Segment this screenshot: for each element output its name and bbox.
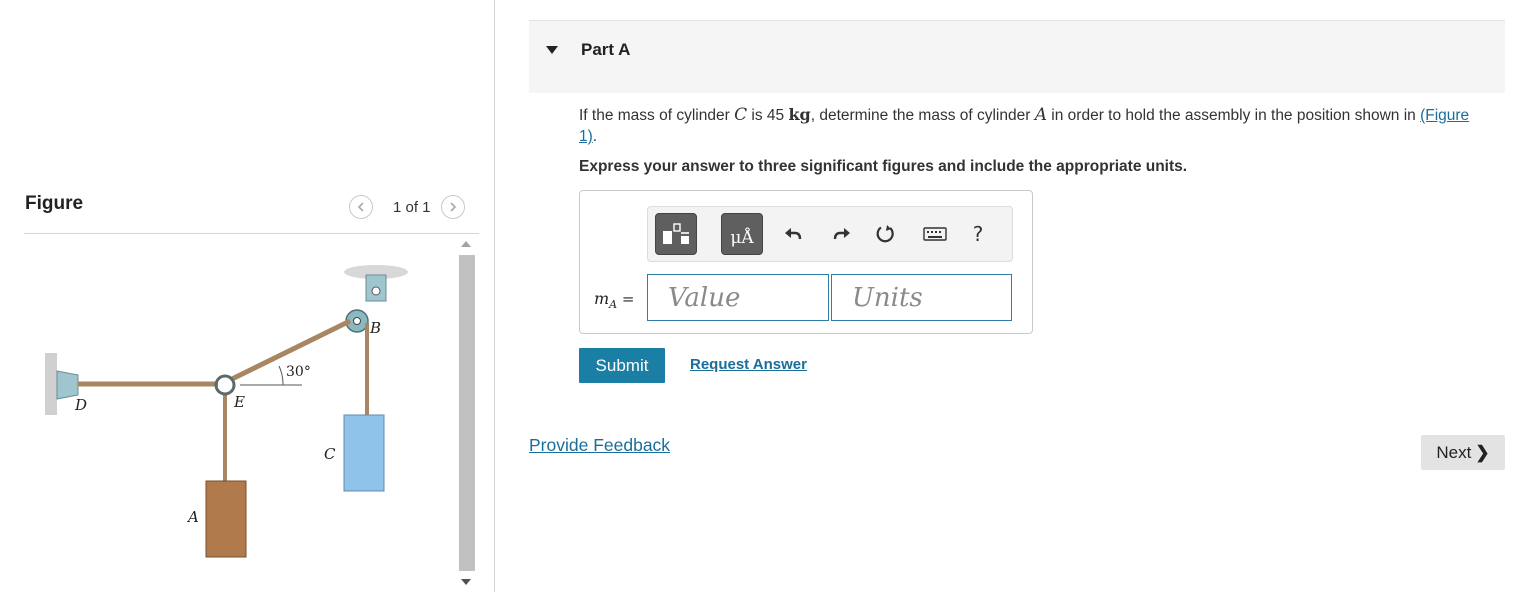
next-button-label: Next <box>1436 442 1472 462</box>
pane-divider <box>494 0 495 592</box>
label-c: C <box>324 445 336 463</box>
reset-icon[interactable] <box>872 221 898 247</box>
value-input[interactable] <box>647 274 829 321</box>
submit-button[interactable]: Submit <box>579 348 665 383</box>
label-d: D <box>74 396 87 414</box>
units-button-label: μÅ <box>730 228 754 248</box>
question-text: If the mass of cylinder C is 45 kg, dete… <box>579 104 1479 147</box>
figure-pager: 1 of 1 <box>349 195 465 219</box>
question-end: . <box>592 128 598 145</box>
label-b: B <box>369 319 381 337</box>
part-a-header[interactable]: Part A <box>529 20 1505 93</box>
redo-icon[interactable] <box>829 221 855 247</box>
cylinder-c <box>343 414 385 492</box>
help-icon: ? <box>972 222 984 246</box>
help-button[interactable]: ? <box>965 221 991 247</box>
question-mid1: is 45 <box>747 107 789 124</box>
answer-label-eq: = <box>617 290 635 308</box>
figure-pane: Figure 1 of 1 30° B C D E A <box>0 0 494 592</box>
figure-divider <box>24 233 479 234</box>
instructions: Express your answer to three significant… <box>579 158 1188 175</box>
wall-d <box>45 353 57 415</box>
provide-feedback-link[interactable]: Provide Feedback <box>529 435 670 456</box>
next-button[interactable]: Next ❯ <box>1421 435 1505 470</box>
part-title: Part A <box>581 40 631 59</box>
pulley-b-hub <box>353 317 361 325</box>
answer-box: μÅ ? mA = <box>579 190 1033 334</box>
undo-icon[interactable] <box>780 221 806 247</box>
label-a: A <box>186 508 199 526</box>
request-answer-link[interactable]: Request Answer <box>690 356 807 373</box>
answer-label-var: m <box>594 289 610 308</box>
wall-bracket <box>56 370 79 400</box>
question-var-a: A <box>1034 105 1047 125</box>
scroll-down-icon[interactable] <box>461 579 471 585</box>
scroll-up-icon[interactable] <box>461 241 471 247</box>
mechanics-figure: 30° B C D E A <box>45 265 408 558</box>
angle-arc <box>278 365 284 386</box>
chevron-right-icon: ❯ <box>1475 442 1490 462</box>
answer-label-sub: A <box>609 298 618 311</box>
scrollbar-thumb[interactable] <box>459 255 475 571</box>
cylinder-a <box>205 480 247 558</box>
question-var-c: C <box>734 105 748 125</box>
next-figure-button[interactable] <box>440 195 465 219</box>
question-prefix: If the mass of cylinder <box>579 107 735 124</box>
units-input[interactable] <box>831 274 1012 321</box>
figure-title: Figure <box>25 193 84 214</box>
bracket-pin <box>371 286 381 296</box>
chevron-right-icon <box>449 202 456 212</box>
figure-counter: 1 of 1 <box>393 198 431 216</box>
figure-scrollbar[interactable] <box>457 237 477 592</box>
templates-icon <box>663 223 689 244</box>
chevron-left-icon <box>357 202 364 212</box>
label-e: E <box>233 393 245 411</box>
collapse-caret-icon[interactable] <box>546 46 558 54</box>
templates-button[interactable] <box>655 213 697 255</box>
math-toolbar: μÅ ? <box>647 206 1013 262</box>
answer-label: mA = <box>594 289 634 311</box>
previous-figure-button[interactable] <box>349 195 373 219</box>
question-unit: kg <box>788 105 811 124</box>
label-angle: 30° <box>286 364 311 380</box>
units-button[interactable]: μÅ <box>721 213 763 255</box>
question-mid2: , determine the mass of cylinder <box>810 107 1035 124</box>
keyboard-icon[interactable] <box>922 221 948 247</box>
question-suffix: in order to hold the assembly in the pos… <box>1047 107 1421 124</box>
ring-e <box>214 374 236 396</box>
